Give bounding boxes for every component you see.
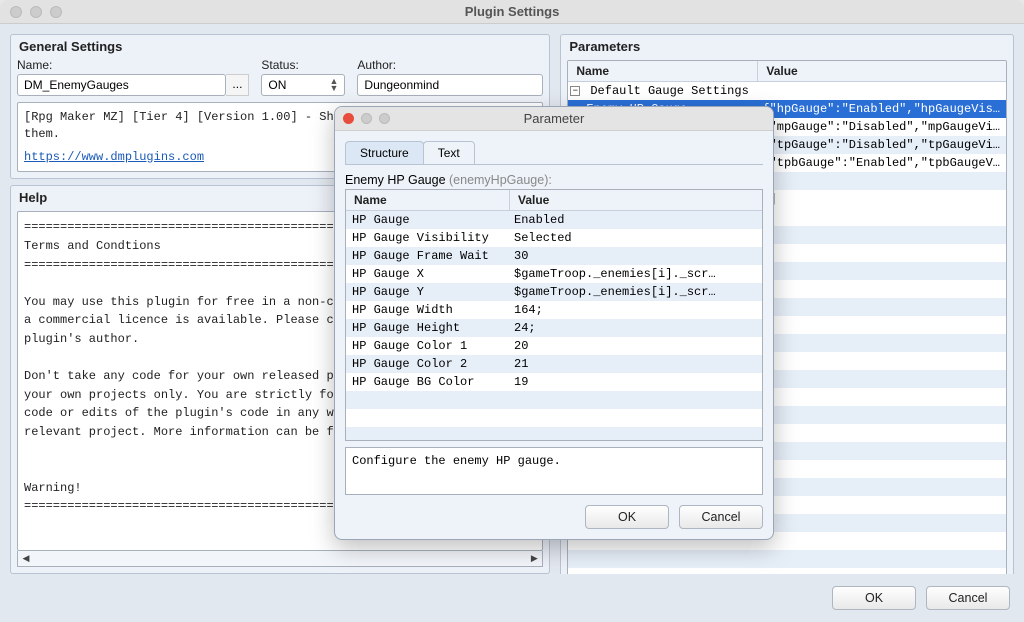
status-label: Status: <box>261 58 345 72</box>
structure-row-value: 24; <box>508 320 762 336</box>
parameter-tabs: Structure Text <box>345 141 763 165</box>
collapse-icon[interactable]: − <box>570 86 580 96</box>
param-row-value: {"tpbGauge":"Enabled","tpbGaugeV… <box>756 155 1006 171</box>
plugin-settings-window: Plugin Settings General Settings Name: D… <box>0 0 1024 622</box>
structure-row-name: HP Gauge Color 2 <box>346 356 508 372</box>
structure-row-value: 20 <box>508 338 762 354</box>
plugin-link[interactable]: https://www.dmplugins.com <box>24 150 204 164</box>
structure-row[interactable]: HP Gauge Height24; <box>346 319 762 337</box>
param-row-value: [] <box>756 191 1006 207</box>
name-label: Name: <box>17 58 249 72</box>
scroll-right-icon[interactable]: ▶ <box>526 552 542 566</box>
structure-row-name: HP Gauge Width <box>346 302 508 318</box>
structure-row-name: HP Gauge Color 1 <box>346 338 508 354</box>
parameter-dialog-titlebar: Parameter <box>335 107 773 131</box>
plugin-name-value: DM_EnemyGauges <box>24 78 129 92</box>
dialog-footer: OK Cancel <box>0 574 1024 622</box>
window-title: Plugin Settings <box>0 4 1024 19</box>
structure-row-value: Enabled <box>508 212 762 228</box>
structure-row-value: 30 <box>508 248 762 264</box>
structure-row[interactable]: HP Gauge Color 120 <box>346 337 762 355</box>
structure-row-name: HP Gauge Frame Wait <box>346 248 508 264</box>
parameter-label-id: (enemyHpGauge): <box>446 173 552 187</box>
author-label: Author: <box>357 58 543 72</box>
parameter-dialog: Parameter Structure Text Enemy HP Gauge … <box>334 106 774 540</box>
cancel-button[interactable]: Cancel <box>679 505 763 529</box>
general-settings-heading: General Settings <box>17 39 543 54</box>
structure-row-value: $gameTroop._enemies[i]._scr… <box>508 266 762 282</box>
param-row-value <box>756 180 1006 182</box>
param-row-empty <box>568 550 1006 568</box>
structure-row[interactable]: HP GaugeEnabled <box>346 211 762 229</box>
param-row-value: {"tpGauge":"Disabled","tpGaugeVi… <box>756 137 1006 153</box>
structure-row[interactable]: HP Gauge Y$gameTroop._enemies[i]._scr… <box>346 283 762 301</box>
structure-row-name: HP Gauge X <box>346 266 508 282</box>
structure-row-value: 21 <box>508 356 762 372</box>
titlebar: Plugin Settings <box>0 0 1024 24</box>
structure-row-value: Selected <box>508 230 762 246</box>
structure-row[interactable]: HP Gauge Frame Wait30 <box>346 247 762 265</box>
param-row-value: {"mpGauge":"Disabled","mpGaugeVi… <box>756 119 1006 135</box>
structure-row-name: HP Gauge Height <box>346 320 508 336</box>
structure-row-name: HP Gauge Y <box>346 284 508 300</box>
scroll-left-icon[interactable]: ◀ <box>18 552 34 566</box>
plugin-name-input[interactable]: DM_EnemyGauges <box>17 74 226 96</box>
parameter-label: Enemy HP Gauge (enemyHpGauge): <box>345 173 763 187</box>
structure-row[interactable]: HP Gauge Color 221 <box>346 355 762 373</box>
chevron-up-down-icon: ▲▼ <box>330 78 339 92</box>
structure-row-empty <box>346 409 762 427</box>
status-dropdown[interactable]: ON ▲▼ <box>261 74 345 96</box>
structure-col-value: Value <box>510 190 762 210</box>
structure-row[interactable]: HP Gauge X$gameTroop._enemies[i]._scr… <box>346 265 762 283</box>
structure-row-empty <box>346 391 762 409</box>
tab-text[interactable]: Text <box>423 141 475 164</box>
parameter-description: Configure the enemy HP gauge. <box>345 447 763 495</box>
parameter-label-name: Enemy HP Gauge <box>345 173 446 187</box>
tab-structure[interactable]: Structure <box>345 141 424 164</box>
parameters-heading: Parameters <box>567 39 1007 54</box>
structure-row[interactable]: HP Gauge BG Color19 <box>346 373 762 391</box>
param-col-name: Name <box>568 61 758 81</box>
param-col-value: Value <box>758 61 1006 81</box>
param-row-value: {"hpGauge":"Enabled","hpGaugeVis… <box>756 101 1006 117</box>
structure-col-name: Name <box>346 190 510 210</box>
structure-row[interactable]: HP Gauge VisibilitySelected <box>346 229 762 247</box>
structure-row-name: HP Gauge Visibility <box>346 230 508 246</box>
param-group-header[interactable]: −Default Gauge Settings <box>568 82 1006 100</box>
structure-row-value: 164; <box>508 302 762 318</box>
structure-row-value: $gameTroop._enemies[i]._scr… <box>508 284 762 300</box>
parameter-dialog-footer: OK Cancel <box>345 495 763 529</box>
ok-button[interactable]: OK <box>832 586 916 610</box>
structure-row-name: HP Gauge <box>346 212 508 228</box>
help-scrollbar-horizontal[interactable]: ◀ ▶ <box>17 551 543 567</box>
author-input: Dungeonmind <box>357 74 543 96</box>
status-value: ON <box>268 78 286 92</box>
parameter-dialog-title: Parameter <box>335 111 773 126</box>
plugin-name-browse-button[interactable]: ... <box>226 74 249 96</box>
structure-row-value: 19 <box>508 374 762 390</box>
structure-row-empty <box>346 427 762 440</box>
structure-row-name: HP Gauge BG Color <box>346 374 508 390</box>
author-value: Dungeonmind <box>364 78 439 92</box>
ok-button[interactable]: OK <box>585 505 669 529</box>
cancel-button[interactable]: Cancel <box>926 586 1010 610</box>
structure-row[interactable]: HP Gauge Width164; <box>346 301 762 319</box>
structure-table[interactable]: Name Value HP GaugeEnabledHP Gauge Visib… <box>345 189 763 441</box>
